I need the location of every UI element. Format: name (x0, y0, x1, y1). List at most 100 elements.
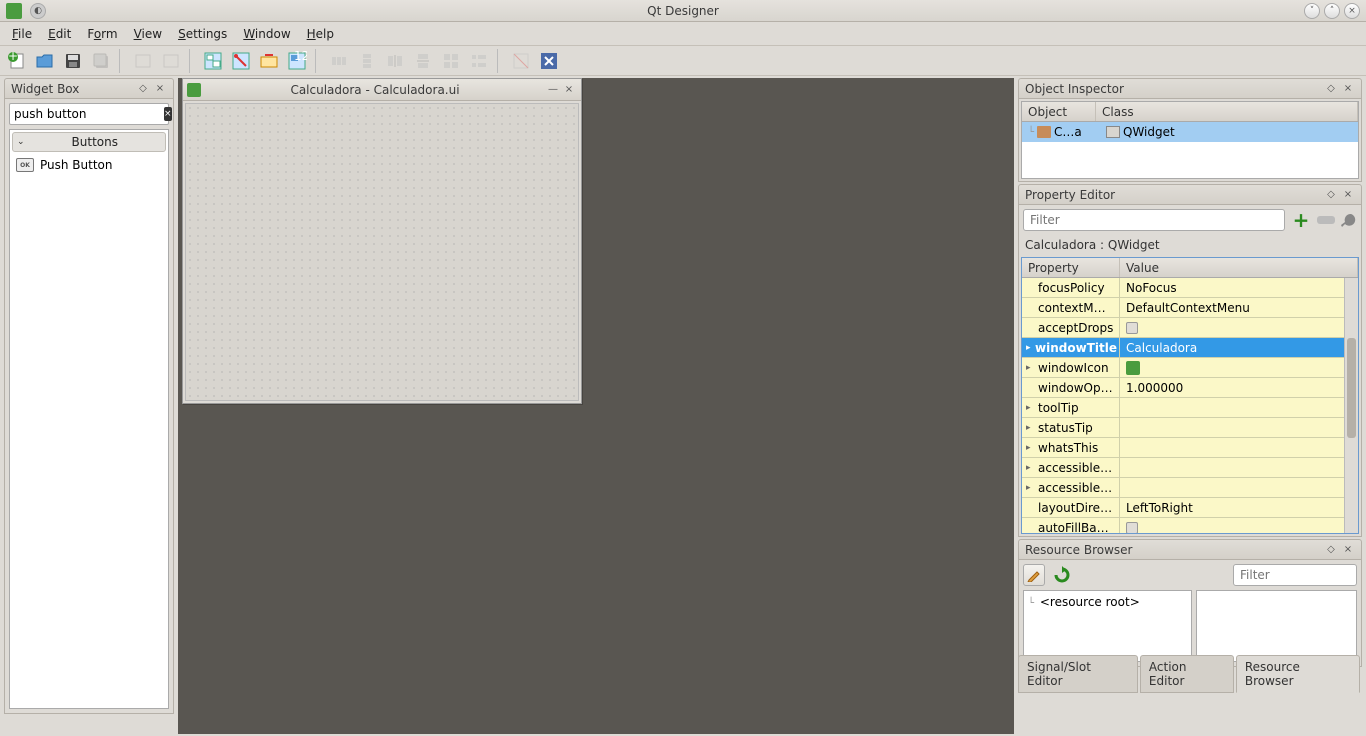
menu-file[interactable]: File (4, 24, 40, 44)
dock-close-icon[interactable]: × (1341, 82, 1355, 96)
widget-search-input[interactable] (14, 107, 164, 121)
tab-signal-slot[interactable]: Signal/Slot Editor (1018, 655, 1138, 693)
property-row[interactable]: ▸windowTitleCalculadora (1022, 338, 1358, 358)
form-window[interactable]: Calculadora - Calculadora.ui — × (182, 78, 582, 404)
property-value[interactable]: NoFocus (1120, 278, 1358, 297)
dock-float-icon[interactable]: ◇ (1324, 543, 1338, 557)
resource-tree[interactable]: └ <resource root> (1023, 590, 1192, 662)
chevron-down-icon: ⌄ (17, 137, 25, 147)
expand-icon[interactable]: ▸ (1026, 403, 1036, 413)
minimize-button[interactable]: ˅ (1304, 3, 1320, 19)
maximize-button[interactable]: ˄ (1324, 3, 1340, 19)
scrollbar-thumb[interactable] (1347, 338, 1356, 438)
property-row[interactable]: layoutDire…LeftToRight (1022, 498, 1358, 518)
dock-float-icon[interactable]: ◇ (136, 82, 150, 96)
open-button[interactable] (32, 48, 58, 74)
property-row[interactable]: ▸statusTip (1022, 418, 1358, 438)
expand-icon[interactable]: ▸ (1026, 343, 1033, 353)
expand-icon[interactable]: ▸ (1026, 463, 1036, 473)
property-toolbar: + (1023, 209, 1357, 231)
add-property-icon[interactable]: + (1291, 210, 1311, 230)
object-tree[interactable]: Object Class └ C…a QWidget (1021, 101, 1359, 179)
expand-icon[interactable]: ▸ (1026, 363, 1036, 373)
property-value[interactable]: 1.000000 (1120, 378, 1358, 397)
close-button[interactable]: × (1344, 3, 1360, 19)
property-filter-input[interactable] (1023, 209, 1285, 231)
remove-property-icon[interactable] (1317, 216, 1335, 224)
property-row[interactable]: ▸accessible… (1022, 478, 1358, 498)
edit-taborder-button[interactable]: 123 (284, 48, 310, 74)
property-editor-dock: Property Editor ◇ × + Calculadora : QWid… (1018, 184, 1362, 537)
menu-window[interactable]: Window (235, 24, 298, 44)
object-row[interactable]: └ C…a QWidget (1022, 122, 1358, 142)
property-value[interactable] (1120, 438, 1358, 457)
property-table[interactable]: Property Value focusPolicyNoFocuscontext… (1021, 257, 1359, 534)
property-value[interactable] (1120, 518, 1358, 534)
col-class[interactable]: Class (1096, 102, 1358, 121)
property-row[interactable]: contextM…DefaultContextMenu (1022, 298, 1358, 318)
design-canvas[interactable]: Calculadora - Calculadora.ui — × (178, 78, 1014, 734)
tab-action-editor[interactable]: Action Editor (1140, 655, 1234, 693)
widget-pushbutton[interactable]: OK Push Button (10, 154, 168, 176)
property-row[interactable]: windowOp…1.000000 (1022, 378, 1358, 398)
property-row[interactable]: acceptDrops (1022, 318, 1358, 338)
form-body[interactable] (185, 103, 579, 401)
col-property[interactable]: Property (1022, 258, 1120, 277)
property-value[interactable]: LeftToRight (1120, 498, 1358, 517)
dock-float-icon[interactable]: ◇ (1324, 188, 1338, 202)
save-button[interactable] (60, 48, 86, 74)
property-value[interactable] (1120, 398, 1358, 417)
edit-resources-icon[interactable] (1023, 564, 1045, 586)
menu-help[interactable]: Help (299, 24, 342, 44)
property-value[interactable]: DefaultContextMenu (1120, 298, 1358, 317)
menu-settings[interactable]: Settings (170, 24, 235, 44)
configure-icon[interactable] (1341, 212, 1357, 228)
dock-close-icon[interactable]: × (1341, 188, 1355, 202)
property-row[interactable]: ▸whatsThis (1022, 438, 1358, 458)
expand-icon[interactable]: ▸ (1026, 443, 1036, 453)
reload-icon[interactable] (1051, 564, 1073, 586)
property-row[interactable]: autoFillBa… (1022, 518, 1358, 534)
scrollbar[interactable] (1344, 278, 1358, 533)
edit-signals-button[interactable] (228, 48, 254, 74)
property-object-header: Calculadora : QWidget (1019, 235, 1361, 255)
menu-edit[interactable]: Edit (40, 24, 79, 44)
col-value[interactable]: Value (1120, 258, 1358, 277)
new-button[interactable]: + (4, 48, 30, 74)
dock-close-icon[interactable]: × (1341, 543, 1355, 557)
col-object[interactable]: Object (1022, 102, 1096, 121)
edit-buddies-button[interactable] (256, 48, 282, 74)
dock-float-icon[interactable]: ◇ (1324, 82, 1338, 96)
window-titlebar: ◐ Qt Designer ˅ ˄ × (0, 0, 1366, 22)
expand-icon[interactable]: ▸ (1026, 483, 1036, 493)
widget-list[interactable]: ⌄ Buttons OK Push Button (9, 129, 169, 709)
property-row[interactable]: ▸accessible… (1022, 458, 1358, 478)
property-value[interactable] (1120, 418, 1358, 437)
form-close-icon[interactable]: × (561, 83, 577, 97)
dock-close-icon[interactable]: × (153, 82, 167, 96)
property-row[interactable]: ▸windowIcon (1022, 358, 1358, 378)
expand-icon[interactable]: ▸ (1026, 423, 1036, 433)
break-layout-button (508, 48, 534, 74)
clear-search-icon[interactable]: × (164, 107, 172, 121)
checkbox[interactable] (1126, 522, 1138, 534)
edit-widgets-button[interactable] (200, 48, 226, 74)
property-value[interactable] (1120, 358, 1358, 377)
menu-view[interactable]: View (126, 24, 170, 44)
checkbox[interactable] (1126, 322, 1138, 334)
resource-root[interactable]: <resource root> (1040, 595, 1140, 609)
tab-resource-browser[interactable]: Resource Browser (1236, 655, 1360, 693)
form-titlebar[interactable]: Calculadora - Calculadora.ui — × (183, 79, 581, 101)
property-row[interactable]: ▸toolTip (1022, 398, 1358, 418)
property-value[interactable] (1120, 318, 1358, 337)
resource-filter-input[interactable] (1233, 564, 1357, 586)
property-row[interactable]: focusPolicyNoFocus (1022, 278, 1358, 298)
adjust-size-button[interactable] (536, 48, 562, 74)
property-value[interactable] (1120, 478, 1358, 497)
property-value[interactable] (1120, 458, 1358, 477)
group-buttons[interactable]: ⌄ Buttons (12, 132, 166, 152)
menu-form[interactable]: Form (79, 24, 125, 44)
property-value[interactable]: Calculadora (1120, 338, 1358, 357)
widget-search[interactable]: × (9, 103, 169, 125)
form-minimize-icon[interactable]: — (545, 83, 561, 97)
